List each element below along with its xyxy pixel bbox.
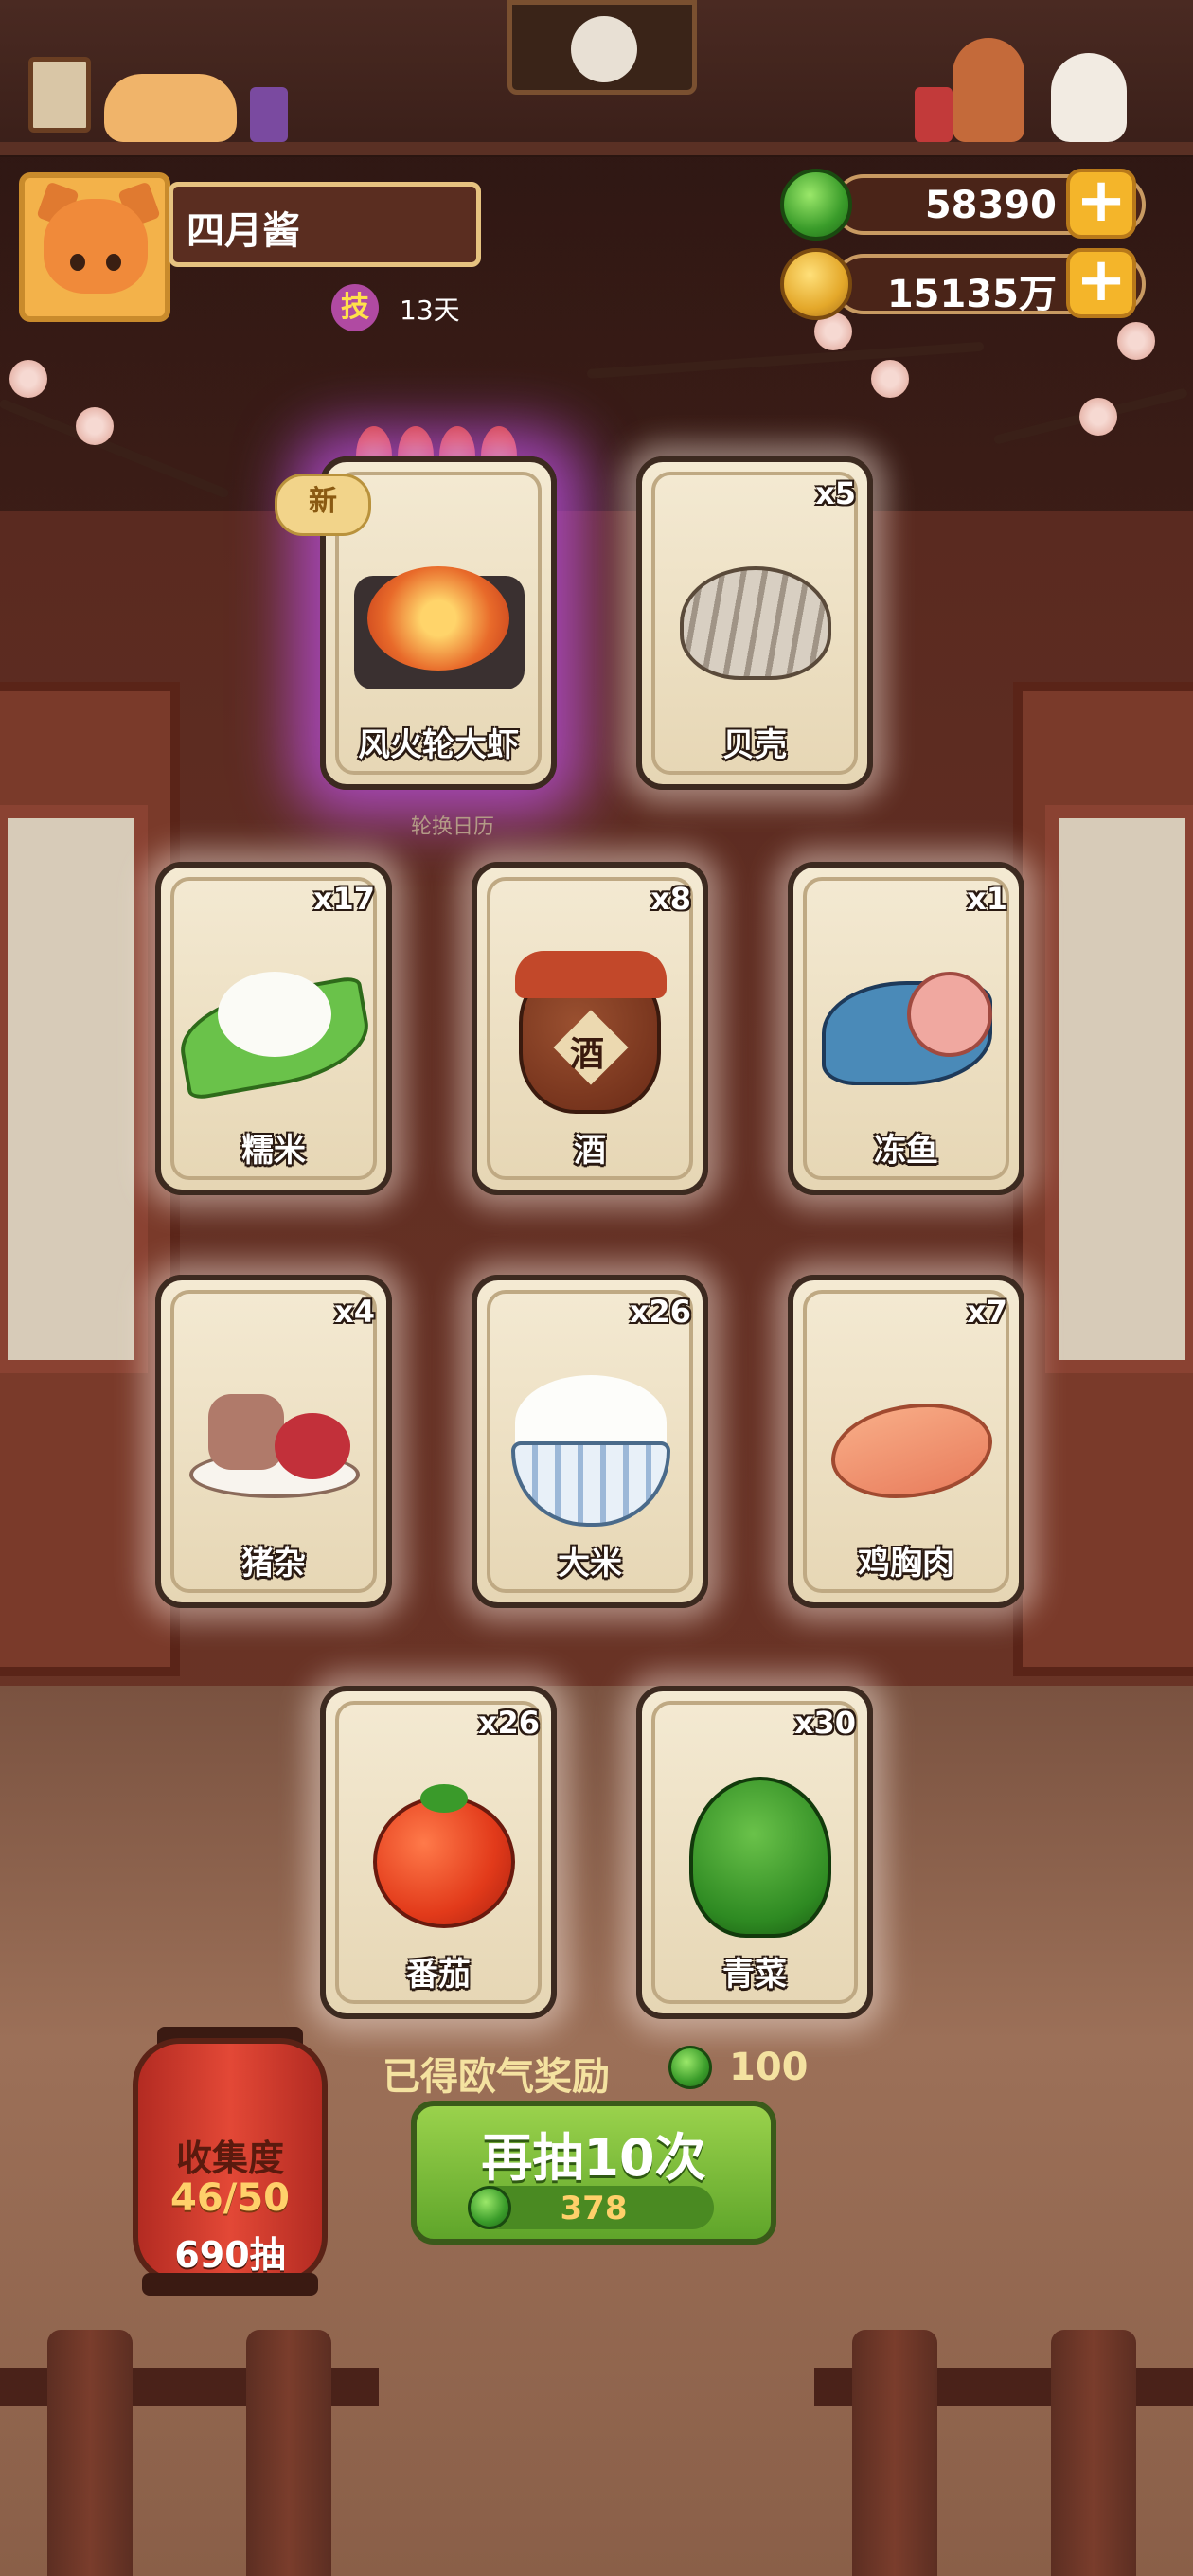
collection-title: 收集度 xyxy=(175,2138,284,2179)
cat-face-icon xyxy=(44,199,148,294)
blossom xyxy=(1117,322,1155,360)
blossom xyxy=(871,360,909,398)
gold-coin-icon xyxy=(780,248,852,320)
reward-value: 100 xyxy=(729,2046,809,2089)
chef-cat-icon xyxy=(571,16,637,82)
player-name: 四月酱 xyxy=(187,209,300,253)
draw-button-label: 再抽10次 xyxy=(481,2128,706,2188)
reward-card[interactable]: x26 大米 xyxy=(472,1275,708,1608)
shelf-beam xyxy=(0,142,1193,155)
card-name: 番茄 xyxy=(406,1956,471,1994)
reward-card[interactable]: x7 鸡胸肉 xyxy=(788,1275,1024,1608)
card-quantity: x26 xyxy=(477,1705,540,1741)
grilled-shrimp-icon xyxy=(326,528,551,718)
branch xyxy=(0,398,230,500)
reward-card[interactable]: 酒 x8 酒 xyxy=(472,862,708,1195)
add-jade-button[interactable]: + xyxy=(1066,169,1136,239)
chicken-breast-icon xyxy=(793,1347,1019,1536)
railing-post xyxy=(47,2330,133,2576)
reward-card[interactable]: x30 青菜 xyxy=(636,1686,873,2019)
jar-icon xyxy=(915,87,953,142)
card-name: 酒 xyxy=(574,1132,606,1170)
card-name: 糯米 xyxy=(241,1132,306,1170)
reward-card[interactable]: x26 番茄 xyxy=(320,1686,557,2019)
frozen-fish-icon xyxy=(793,934,1019,1123)
hanging-scroll xyxy=(507,0,697,95)
tomato-icon xyxy=(326,1758,551,1947)
skill-badge-icon[interactable]: 技 xyxy=(331,284,379,331)
skill-days: 13天 xyxy=(400,295,460,326)
branch xyxy=(586,341,985,379)
card-name: 鸡胸肉 xyxy=(858,1545,954,1583)
card-quantity: x8 xyxy=(650,881,691,917)
greens-icon xyxy=(642,1758,867,1947)
jar-icon xyxy=(250,87,288,142)
railing-post xyxy=(1051,2330,1136,2576)
left-window xyxy=(0,682,180,1676)
blossom xyxy=(9,360,47,398)
lantern-base xyxy=(142,2273,318,2296)
railing-post xyxy=(852,2330,937,2576)
calendar-label: 轮换日历 xyxy=(411,815,495,839)
jade-value: 58390 xyxy=(924,184,1057,227)
sleeping-cat-icon xyxy=(104,74,237,142)
blossom xyxy=(76,407,114,445)
draw-again-button[interactable]: 再抽10次 378 xyxy=(411,2101,776,2245)
right-window xyxy=(1013,682,1193,1676)
player-name-box: 四月酱 xyxy=(169,182,481,267)
draw-cost-value: 378 xyxy=(560,2190,628,2227)
jar-label: 酒 xyxy=(570,1035,605,1074)
reward-label: 已得欧气奖励 xyxy=(383,2055,610,2099)
card-name: 猪杂 xyxy=(241,1545,306,1583)
reward-card[interactable]: x1 冻鱼 xyxy=(788,862,1024,1195)
jade-coin-icon xyxy=(780,169,852,241)
draw-cost: 378 xyxy=(468,2186,714,2229)
blossom xyxy=(1079,398,1117,436)
card-quantity: x30 xyxy=(793,1705,856,1741)
card-quantity: x17 xyxy=(312,881,375,917)
jade-coin-icon xyxy=(668,2046,712,2089)
white-cat-icon xyxy=(1051,53,1127,142)
reward-card[interactable]: x4 猪杂 xyxy=(155,1275,392,1608)
collection-progress: 46/50 xyxy=(170,2176,290,2220)
pork-offal-icon xyxy=(161,1347,386,1536)
shell-icon xyxy=(642,528,867,718)
card-quantity: x5 xyxy=(815,475,856,511)
card-quantity: x4 xyxy=(334,1294,375,1330)
wine-jar-icon: 酒 xyxy=(477,934,703,1123)
reward-card[interactable]: x5 贝壳 xyxy=(636,456,873,790)
rice-bowl-icon xyxy=(477,1347,703,1536)
paw-frame-icon xyxy=(28,57,91,133)
glutinous-rice-icon xyxy=(161,934,386,1123)
card-name: 冻鱼 xyxy=(874,1132,938,1170)
railing-post xyxy=(246,2330,331,2576)
card-name: 风火轮大虾 xyxy=(358,726,519,764)
card-quantity: x1 xyxy=(967,881,1007,917)
card-name: 青菜 xyxy=(722,1956,787,1994)
card-quantity: x7 xyxy=(967,1294,1007,1330)
collection-draws: 690抽 xyxy=(174,2234,286,2276)
card-name: 大米 xyxy=(558,1545,622,1583)
new-badge: 新 xyxy=(275,474,371,536)
gold-value: 15135万 xyxy=(886,273,1057,316)
monk-figure-icon xyxy=(953,38,1024,142)
player-avatar[interactable] xyxy=(19,172,170,322)
reward-card[interactable]: x17 糯米 xyxy=(155,862,392,1195)
card-quantity: x26 xyxy=(629,1294,691,1330)
collection-lantern[interactable]: 收集度 46/50 690抽 xyxy=(133,2038,328,2284)
add-gold-button[interactable]: + xyxy=(1066,248,1136,318)
card-name: 贝壳 xyxy=(722,726,787,764)
